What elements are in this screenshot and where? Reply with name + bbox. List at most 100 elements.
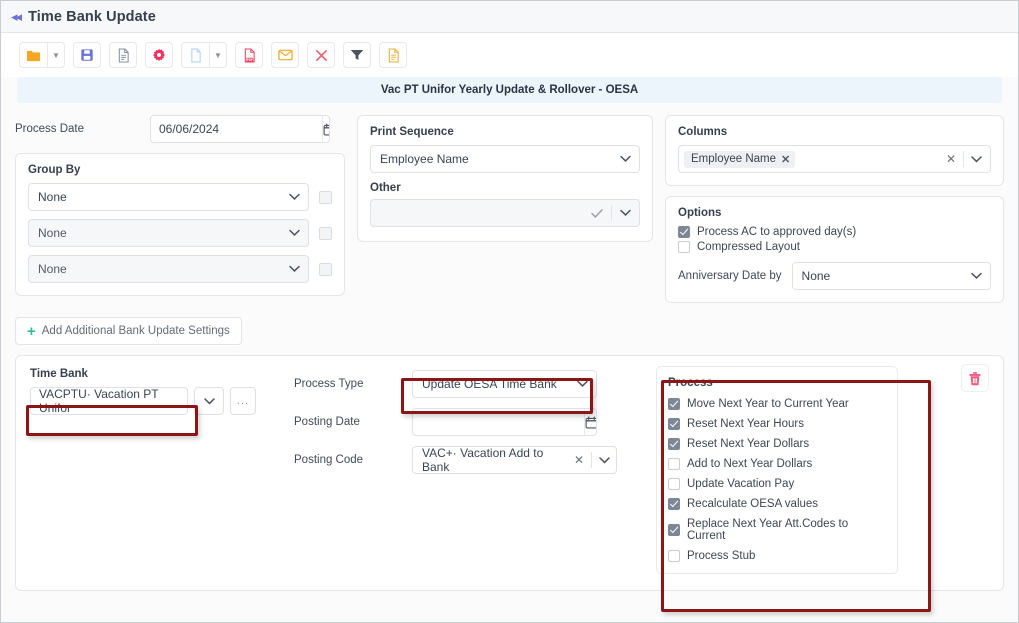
chevron-down-icon bbox=[289, 193, 300, 200]
document-button[interactable] bbox=[109, 42, 137, 68]
group-by-value-2: None bbox=[38, 226, 67, 240]
process-row-update-vacation-pay[interactable]: Update Vacation Pay bbox=[668, 478, 886, 490]
group-by-select-1[interactable]: None bbox=[28, 183, 309, 211]
group-by-checkbox-2[interactable] bbox=[319, 226, 332, 240]
columns-multiselect[interactable]: Employee Name ✕ ✕ bbox=[678, 145, 991, 173]
chevron-down-icon[interactable] bbox=[599, 456, 610, 464]
group-by-value-3: None bbox=[38, 262, 67, 276]
move-next-year-checkbox[interactable] bbox=[668, 398, 680, 410]
page-title: Time Bank Update bbox=[28, 8, 156, 25]
save-button[interactable] bbox=[73, 42, 101, 68]
chevron-down-icon[interactable] bbox=[620, 209, 631, 217]
banner-text: Vac PT Unifor Yearly Update & Rollover -… bbox=[380, 84, 639, 96]
envelope-icon bbox=[277, 49, 293, 61]
reset-next-year-dollars-label: Reset Next Year Dollars bbox=[687, 438, 810, 450]
document-icon bbox=[118, 47, 129, 63]
floppy-disk-icon bbox=[81, 49, 93, 61]
process-row-recalculate-oesa[interactable]: Recalculate OESA values bbox=[668, 498, 886, 510]
reset-next-year-dollars-checkbox[interactable] bbox=[668, 438, 680, 450]
export-pdf-button[interactable]: PDF bbox=[235, 42, 263, 68]
calendar-icon bbox=[323, 123, 329, 135]
process-row-replace-att-codes[interactable]: Replace Next Year Att.Codes to Current bbox=[668, 518, 886, 542]
filter-button[interactable] bbox=[343, 42, 371, 68]
posting-date-calendar-button[interactable] bbox=[584, 409, 596, 435]
check-icon[interactable] bbox=[591, 208, 603, 218]
group-by-title: Group By bbox=[28, 164, 81, 176]
option-row-process-ac[interactable]: Process AC to approved day(s) bbox=[678, 226, 991, 238]
time-bank-input[interactable]: VACPTU· Vacation PT Unifor bbox=[30, 387, 188, 415]
double-chevron-left-icon[interactable]: ◂◂ bbox=[9, 10, 28, 23]
group-by-select-3[interactable]: None bbox=[28, 255, 309, 283]
compressed-layout-checkbox[interactable] bbox=[678, 241, 690, 253]
time-bank-dropdown-button[interactable] bbox=[194, 387, 224, 415]
group-by-panel: Group By None None None bbox=[15, 153, 345, 296]
posting-date-input[interactable] bbox=[413, 409, 584, 435]
process-stub-label: Process Stub bbox=[687, 550, 756, 562]
delete-bank-update-button[interactable] bbox=[961, 364, 989, 392]
columns-clear-icon[interactable]: ✕ bbox=[946, 152, 956, 166]
settings-button[interactable] bbox=[145, 42, 173, 68]
anniversary-date-row: Anniversary Date by None bbox=[678, 262, 991, 290]
new-page-dropdown[interactable]: ▼ bbox=[209, 42, 227, 68]
chip-remove-icon[interactable]: ✕ bbox=[781, 153, 790, 166]
posting-code-select[interactable]: VAC+· Vacation Add to Bank ✕ bbox=[412, 446, 617, 474]
process-date-field[interactable] bbox=[150, 115, 330, 143]
group-by-select-2[interactable]: None bbox=[28, 219, 309, 247]
add-settings-label: Add Additional Bank Update Settings bbox=[41, 325, 230, 337]
print-sequence-title: Print Sequence bbox=[370, 126, 454, 138]
posting-date-row: Posting Date bbox=[294, 408, 634, 436]
column-chip[interactable]: Employee Name ✕ bbox=[684, 150, 796, 168]
print-sequence-panel: Print Sequence Employee Name Other bbox=[357, 115, 653, 242]
process-ac-checkbox[interactable] bbox=[678, 226, 690, 238]
other-select[interactable] bbox=[370, 199, 640, 227]
print-sequence-value: Employee Name bbox=[380, 152, 469, 166]
report-button[interactable] bbox=[379, 42, 407, 68]
reset-next-year-hours-checkbox[interactable] bbox=[668, 418, 680, 430]
new-page-button[interactable] bbox=[181, 42, 209, 68]
chevron-down-icon bbox=[289, 265, 300, 272]
replace-att-codes-checkbox[interactable] bbox=[668, 524, 680, 536]
process-row-reset-dollars[interactable]: Reset Next Year Dollars bbox=[668, 438, 886, 450]
plus-icon: + bbox=[27, 322, 36, 340]
group-by-checkbox-1[interactable] bbox=[319, 190, 332, 204]
process-date-input[interactable] bbox=[151, 116, 322, 142]
columns-panel: Columns Employee Name ✕ ✕ bbox=[665, 115, 1004, 186]
group-by-checkbox-3[interactable] bbox=[319, 262, 332, 276]
gear-icon bbox=[153, 49, 165, 61]
chevron-down-icon bbox=[577, 380, 588, 387]
print-sequence-select[interactable]: Employee Name bbox=[370, 145, 640, 173]
add-next-year-dollars-label: Add to Next Year Dollars bbox=[687, 458, 813, 470]
process-row-add-dollars[interactable]: Add to Next Year Dollars bbox=[668, 458, 886, 470]
process-date-calendar-button[interactable] bbox=[322, 116, 329, 142]
process-type-label: Process Type bbox=[294, 378, 364, 390]
process-row-process-stub[interactable]: Process Stub bbox=[668, 550, 886, 562]
recalculate-oesa-checkbox[interactable] bbox=[668, 498, 680, 510]
time-bank-value: VACPTU· Vacation PT Unifor bbox=[39, 387, 159, 415]
update-vacation-pay-checkbox[interactable] bbox=[668, 478, 680, 490]
options-title: Options bbox=[678, 207, 722, 219]
process-panel: Process Move Next Year to Current Year R… bbox=[656, 366, 898, 574]
add-additional-bank-update-settings-button[interactable]: + Add Additional Bank Update Settings bbox=[15, 317, 242, 345]
pdf-icon: PDF bbox=[244, 47, 255, 63]
open-folder-dropdown[interactable]: ▼ bbox=[47, 42, 65, 68]
process-type-select[interactable]: Update OESA Time Bank bbox=[412, 370, 597, 398]
open-folder-button[interactable] bbox=[19, 42, 47, 68]
posting-code-clear-icon[interactable]: ✕ bbox=[574, 453, 584, 467]
cancel-button[interactable] bbox=[307, 42, 335, 68]
group-by-row-1: None bbox=[28, 183, 332, 211]
email-button[interactable] bbox=[271, 42, 299, 68]
process-row-reset-hours[interactable]: Reset Next Year Hours bbox=[668, 418, 886, 430]
anniversary-date-select[interactable]: None bbox=[791, 262, 991, 290]
update-vacation-pay-label: Update Vacation Pay bbox=[687, 478, 795, 490]
trash-icon bbox=[969, 371, 981, 385]
process-row-move-next-year[interactable]: Move Next Year to Current Year bbox=[668, 398, 886, 410]
process-stub-checkbox[interactable] bbox=[668, 550, 680, 562]
compressed-layout-label: Compressed Layout bbox=[697, 241, 800, 253]
chevron-down-icon bbox=[203, 397, 215, 404]
chevron-down-icon[interactable] bbox=[971, 155, 982, 163]
add-next-year-dollars-checkbox[interactable] bbox=[668, 458, 680, 470]
time-bank-lookup-button[interactable]: ... bbox=[230, 387, 256, 415]
posting-date-field[interactable] bbox=[412, 408, 597, 436]
option-row-compressed-layout[interactable]: Compressed Layout bbox=[678, 241, 991, 253]
other-label: Other bbox=[370, 182, 401, 194]
